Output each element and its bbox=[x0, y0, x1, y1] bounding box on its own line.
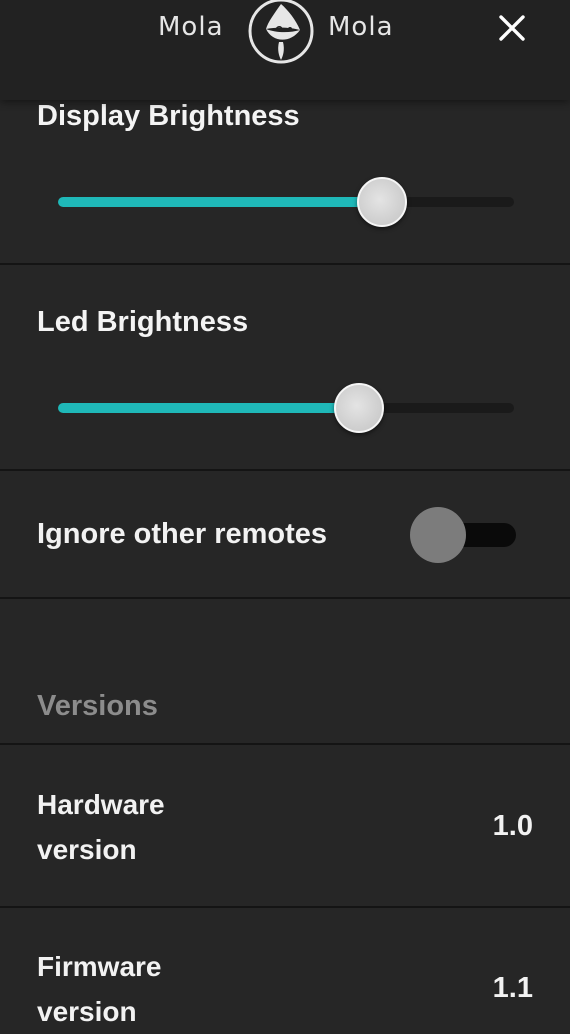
logo-text-left: Mola bbox=[158, 12, 224, 42]
hardware-version-label-line1: Hardware bbox=[37, 789, 165, 820]
divider bbox=[0, 469, 570, 471]
close-icon bbox=[499, 15, 525, 41]
settings-panel: Display Brightness Led Brightness Ignore… bbox=[0, 0, 570, 1027]
slider-thumb[interactable] bbox=[333, 383, 384, 433]
divider bbox=[0, 743, 570, 745]
logo-text-right: Mola bbox=[328, 12, 394, 42]
firmware-version-label-line2: version bbox=[37, 996, 137, 1027]
divider bbox=[0, 597, 570, 599]
ignore-remotes-label: Ignore other remotes bbox=[37, 518, 328, 550]
firmware-version-value: 1.1 bbox=[492, 972, 533, 1004]
divider bbox=[0, 906, 570, 908]
display-brightness-slider[interactable] bbox=[58, 177, 514, 227]
slider-thumb[interactable] bbox=[356, 177, 407, 227]
slider-fill bbox=[58, 197, 382, 207]
app-header: Mola Mola bbox=[0, 0, 570, 100]
versions-heading: Versions bbox=[37, 690, 158, 722]
sunfish-logo-icon bbox=[248, 0, 314, 64]
hardware-version-label: Hardware version bbox=[37, 782, 165, 872]
hardware-version-label-line2: version bbox=[37, 834, 137, 865]
hardware-version-value: 1.0 bbox=[492, 810, 533, 842]
led-brightness-label: Led Brightness bbox=[37, 306, 249, 338]
display-brightness-label: Display Brightness bbox=[37, 100, 300, 132]
slider-fill bbox=[58, 403, 359, 413]
divider bbox=[0, 263, 570, 265]
close-button[interactable] bbox=[492, 8, 532, 48]
mola-mola-logo: Mola Mola bbox=[150, 0, 420, 64]
firmware-version-label-line1: Firmware bbox=[37, 951, 162, 982]
toggle-knob bbox=[410, 507, 466, 563]
firmware-version-label: Firmware version bbox=[37, 944, 162, 1034]
ignore-remotes-toggle[interactable] bbox=[410, 507, 516, 563]
led-brightness-slider[interactable] bbox=[58, 383, 514, 433]
